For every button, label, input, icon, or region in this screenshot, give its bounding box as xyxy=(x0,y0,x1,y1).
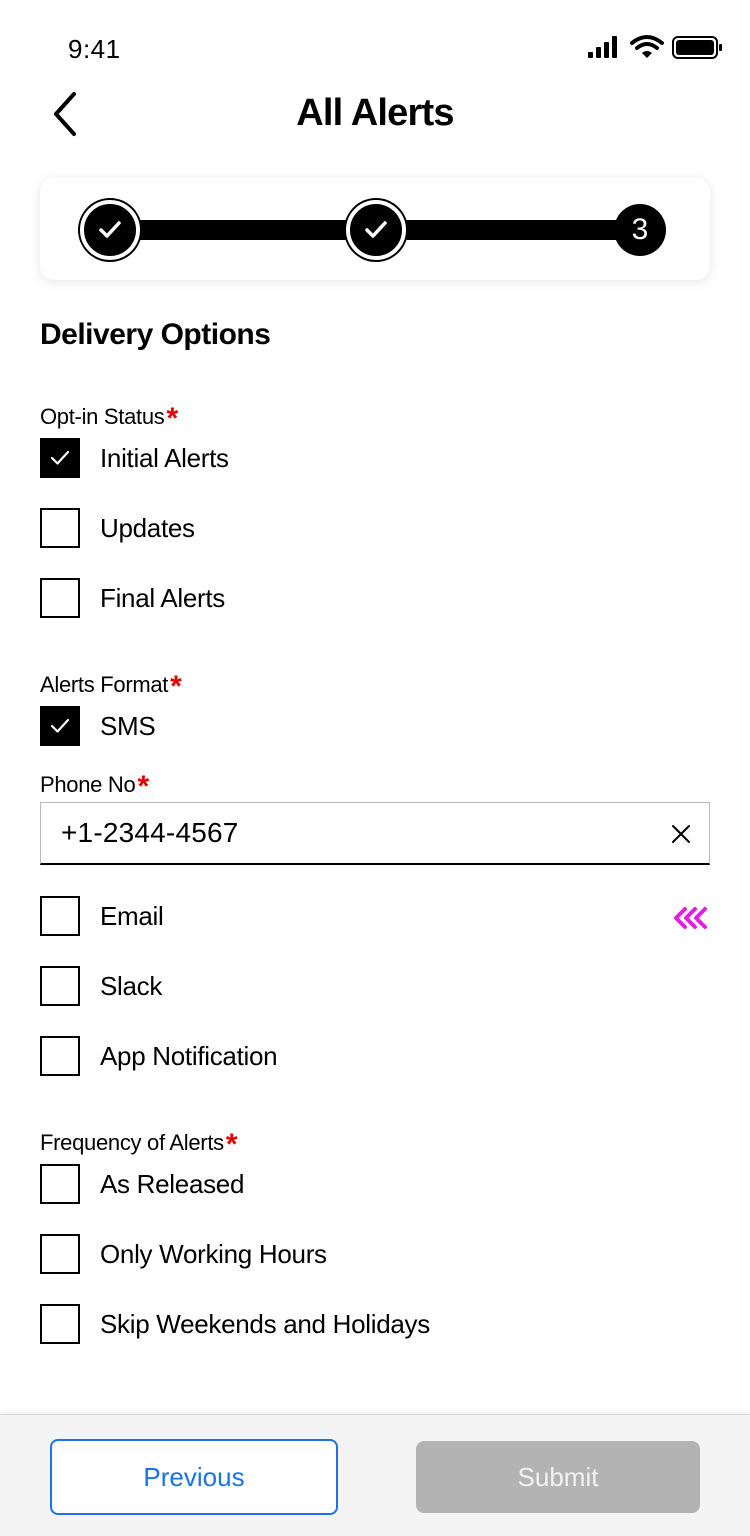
checkbox-only-working-hours[interactable]: Only Working Hours xyxy=(40,1234,327,1274)
checkbox-label: Skip Weekends and Holidays xyxy=(100,1308,430,1339)
checkbox-box[interactable] xyxy=(40,896,80,936)
alerts-format-text: Alerts Format xyxy=(40,672,169,697)
checkmark-icon xyxy=(50,450,70,465)
phone-number-label: Phone No* xyxy=(40,766,149,803)
checkbox-email[interactable]: Email xyxy=(40,896,164,936)
checkbox-initial-alerts[interactable]: Initial Alerts xyxy=(40,438,229,478)
alerts-format-label: Alerts Format* xyxy=(40,666,182,703)
checkmark-icon xyxy=(99,221,121,238)
checkmark-icon xyxy=(365,221,387,238)
previous-button[interactable]: Previous xyxy=(50,1439,338,1515)
submit-button[interactable]: Submit xyxy=(416,1441,700,1513)
checkbox-slack[interactable]: Slack xyxy=(40,966,162,1006)
checkbox-label: As Released xyxy=(100,1168,245,1199)
checkbox-label: Only Working Hours xyxy=(100,1238,327,1269)
checkbox-label: App Notification xyxy=(100,1040,278,1071)
checkbox-skip-weekends-holidays[interactable]: Skip Weekends and Holidays xyxy=(40,1304,430,1344)
checkbox-box[interactable] xyxy=(40,1234,80,1274)
checkbox-label: Slack xyxy=(100,970,163,1001)
frequency-label: Frequency of Alerts* xyxy=(40,1124,238,1161)
step-1-complete xyxy=(80,200,140,260)
phone-number-value[interactable]: +1-2344-4567 xyxy=(61,817,239,849)
checkbox-box[interactable] xyxy=(40,1036,80,1076)
required-asterisk: * xyxy=(170,670,182,703)
status-icons xyxy=(588,35,722,59)
chevrons-left-icon xyxy=(674,907,707,929)
required-asterisk: * xyxy=(137,770,149,803)
phone-number-input[interactable]: +1-2344-4567 xyxy=(40,802,710,865)
checkbox-final-alerts[interactable]: Final Alerts xyxy=(40,578,225,618)
required-asterisk: * xyxy=(166,402,179,435)
checkbox-box[interactable] xyxy=(40,1164,80,1204)
checkbox-as-released[interactable]: As Released xyxy=(40,1164,244,1204)
checkbox-label: Updates xyxy=(100,512,195,543)
signal-icon xyxy=(588,36,617,58)
checkbox-updates[interactable]: Updates xyxy=(40,508,195,548)
checkbox-box[interactable] xyxy=(40,966,80,1006)
clear-icon[interactable] xyxy=(669,822,693,846)
progress-stepper: 3 xyxy=(40,178,710,280)
checkbox-label: Final Alerts xyxy=(100,582,226,613)
checkbox-box[interactable] xyxy=(40,706,80,746)
checkbox-box[interactable] xyxy=(40,508,80,548)
wifi-icon xyxy=(630,35,664,58)
checkbox-label: Initial Alerts xyxy=(100,442,229,473)
alerts-screen: 9:41 All Alerts 3 Delivery Options Opt-i… xyxy=(0,0,750,1536)
checkbox-box[interactable] xyxy=(40,1304,80,1344)
opt-in-status-label: Opt-in Status* xyxy=(40,398,179,435)
checkbox-box[interactable] xyxy=(40,578,80,618)
step-3-current: 3 xyxy=(614,204,666,256)
checkbox-label: Email xyxy=(100,900,164,931)
checkbox-label: SMS xyxy=(100,710,156,741)
checkbox-app-notification[interactable]: App Notification xyxy=(40,1036,278,1076)
page-title: All Alerts xyxy=(296,92,454,134)
status-time: 9:41 xyxy=(68,34,121,64)
battery-icon xyxy=(672,36,722,59)
section-title: Delivery Options xyxy=(40,318,271,351)
checkbox-box[interactable] xyxy=(40,438,80,478)
footer-actions: Previous Submit xyxy=(0,1414,750,1536)
phone-number-text: Phone No xyxy=(40,772,136,797)
opt-in-status-text: Opt-in Status xyxy=(40,404,165,429)
checkbox-sms[interactable]: SMS xyxy=(40,706,156,746)
required-asterisk: * xyxy=(225,1128,238,1161)
step-2-complete xyxy=(346,200,406,260)
frequency-text: Frequency of Alerts xyxy=(40,1130,224,1155)
checkmark-icon xyxy=(50,718,70,733)
